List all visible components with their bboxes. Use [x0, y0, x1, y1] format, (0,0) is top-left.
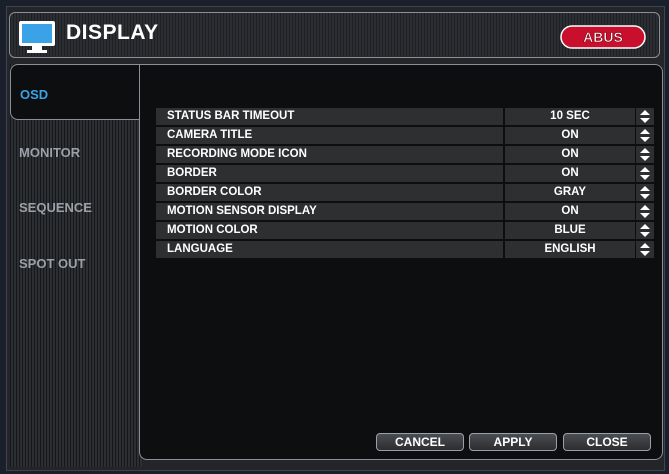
setting-value[interactable]: BLUE [505, 222, 635, 239]
setting-label: BORDER COLOR [156, 184, 503, 201]
setting-row-language: LANGUAGE ENGLISH [156, 241, 654, 258]
setting-row-camera-title: CAMERA TITLE ON [156, 127, 654, 144]
tab-label: MONITOR [19, 145, 81, 160]
tab-label: OSD [20, 87, 49, 102]
setting-value[interactable]: ON [505, 146, 635, 163]
setting-row-motion-sensor-display: MOTION SENSOR DISPLAY ON [156, 203, 654, 220]
setting-label: STATUS BAR TIMEOUT [156, 108, 503, 125]
close-button[interactable]: CLOSE [563, 433, 651, 451]
spinner-icon[interactable] [636, 108, 654, 125]
spinner-icon[interactable] [636, 203, 654, 220]
tab-label: SEQUENCE [19, 200, 92, 215]
setting-label: RECORDING MODE ICON [156, 146, 503, 163]
tab-spot-out[interactable]: SPOT OUT [10, 234, 140, 290]
tab-label: SPOT OUT [19, 256, 86, 271]
tab-sequence[interactable]: SEQUENCE [10, 178, 140, 234]
cancel-button[interactable]: CANCEL [376, 433, 464, 451]
title-bar: DISPLAY ABUS [9, 12, 660, 58]
spinner-icon[interactable] [636, 165, 654, 182]
spinner-icon[interactable] [636, 146, 654, 163]
page-title: DISPLAY [66, 21, 159, 44]
tab-monitor[interactable]: MONITOR [10, 123, 140, 179]
sidebar: OSD MONITOR SEQUENCE SPOT OUT [10, 64, 142, 467]
setting-row-border: BORDER ON [156, 165, 654, 182]
settings-panel: STATUS BAR TIMEOUT 10 SEC CAMERA TITLE O… [139, 64, 663, 460]
spinner-icon[interactable] [636, 241, 654, 258]
apply-button[interactable]: APPLY [469, 433, 557, 451]
setting-row-recording-mode-icon: RECORDING MODE ICON ON [156, 146, 654, 163]
setting-row-status-bar-timeout: STATUS BAR TIMEOUT 10 SEC [156, 108, 654, 125]
setting-value[interactable]: ON [505, 203, 635, 220]
setting-label: LANGUAGE [156, 241, 503, 258]
monitor-icon [19, 21, 55, 53]
spinner-icon[interactable] [636, 127, 654, 144]
spinner-icon[interactable] [636, 184, 654, 201]
setting-value[interactable]: 10 SEC [505, 108, 635, 125]
tab-osd[interactable]: OSD [10, 64, 142, 120]
setting-label: CAMERA TITLE [156, 127, 503, 144]
setting-value[interactable]: GRAY [505, 184, 635, 201]
settings-list: STATUS BAR TIMEOUT 10 SEC CAMERA TITLE O… [156, 108, 654, 260]
spinner-icon[interactable] [636, 222, 654, 239]
setting-label: MOTION COLOR [156, 222, 503, 239]
svg-text:ABUS: ABUS [583, 29, 623, 45]
setting-value[interactable]: ENGLISH [505, 241, 635, 258]
setting-row-motion-color: MOTION COLOR BLUE [156, 222, 654, 239]
setting-value[interactable]: ON [505, 127, 635, 144]
setting-label: BORDER [156, 165, 503, 182]
setting-value[interactable]: ON [505, 165, 635, 182]
abus-logo: ABUS [560, 25, 646, 49]
setting-row-border-color: BORDER COLOR GRAY [156, 184, 654, 201]
setting-label: MOTION SENSOR DISPLAY [156, 203, 503, 220]
